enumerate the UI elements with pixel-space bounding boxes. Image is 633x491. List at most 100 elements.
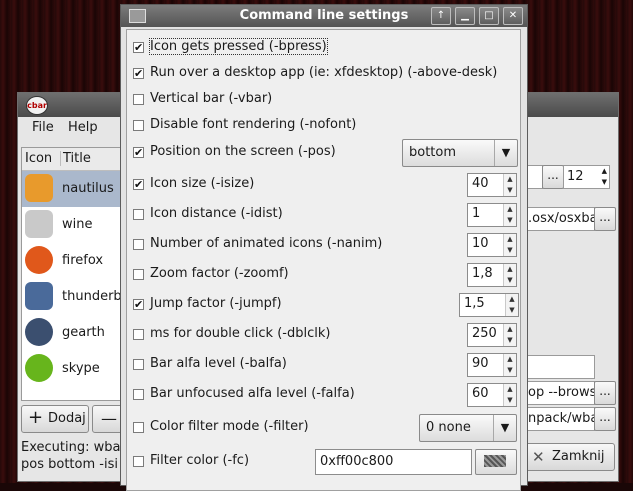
- option-checkbox[interactable]: [133, 239, 144, 250]
- list-item[interactable]: nautilus: [22, 171, 126, 207]
- menu-help[interactable]: Help: [68, 120, 98, 135]
- option-label[interactable]: Bar alfa level (-balfa): [150, 356, 287, 371]
- close-button[interactable]: ✕ Zamknij: [525, 443, 615, 471]
- option-label[interactable]: Icon gets pressed (-bpress): [149, 38, 328, 55]
- column-icon-header[interactable]: Icon: [25, 151, 52, 166]
- option-checkbox[interactable]: ✔: [133, 299, 144, 310]
- color-swatch-icon: [484, 455, 506, 467]
- spinner-arrows-icon[interactable]: ▲ ▼: [503, 384, 516, 406]
- spinner-arrows-icon[interactable]: ▲ ▼: [503, 324, 516, 346]
- option-row: ✔ Position on the screen (-pos) bottom ▼: [127, 138, 520, 168]
- value-spinner[interactable]: 90 ▲ ▼: [467, 353, 517, 377]
- option-label[interactable]: Icon distance (-idist): [150, 206, 283, 221]
- option-checkbox[interactable]: ✔: [133, 147, 144, 158]
- status-line-1: Executing: wba: [21, 440, 121, 455]
- option-checkbox[interactable]: [133, 422, 144, 433]
- option-label[interactable]: Disable font rendering (-nofont): [150, 117, 356, 132]
- list-item-label: thunderbi: [62, 289, 126, 304]
- right-path-field-1[interactable]: .osx/osxba: [524, 207, 595, 231]
- browse-button-1[interactable]: ...: [542, 165, 564, 189]
- color-picker-button[interactable]: [475, 449, 517, 475]
- option-label[interactable]: Position on the screen (-pos): [150, 144, 336, 159]
- dropdown-arrow-icon[interactable]: ▼: [493, 415, 516, 441]
- spinner-arrows-icon[interactable]: ▲ ▼: [503, 234, 516, 256]
- option-checkbox[interactable]: [133, 389, 144, 400]
- option-checkbox[interactable]: [133, 359, 144, 370]
- dialog-titlebar[interactable]: Command line settings ↑ ▁ □ ✕: [121, 5, 527, 27]
- list-item[interactable]: firefox: [22, 243, 126, 279]
- icon-list[interactable]: Icon Title nautilus wine firefox thunderbi g…: [21, 147, 127, 401]
- close-x-icon: ✕: [532, 448, 545, 466]
- value-spinner[interactable]: 250 ▲ ▼: [467, 323, 517, 347]
- option-row: ✔ Icon size (-isize) 40 ▲ ▼: [127, 170, 520, 200]
- option-label[interactable]: Color filter mode (-filter): [150, 419, 309, 434]
- menu-file[interactable]: File: [32, 120, 54, 135]
- spinner-arrows-icon[interactable]: ▲ ▼: [503, 204, 516, 226]
- spinner-arrows-icon[interactable]: ▲ ▼: [503, 354, 516, 376]
- dropdown-arrow-icon[interactable]: ▼: [494, 140, 517, 166]
- value-spinner[interactable]: 1 ▲ ▼: [467, 203, 517, 227]
- spinner-value: 1,5: [464, 296, 485, 311]
- option-checkbox[interactable]: [133, 269, 144, 280]
- position-combo[interactable]: bottom ▼: [402, 139, 518, 167]
- option-label[interactable]: Icon size (-isize): [150, 176, 254, 191]
- value-spinner[interactable]: 1,8 ▲ ▼: [467, 263, 517, 287]
- add-button[interactable]: + Dodaj: [21, 405, 89, 433]
- list-item[interactable]: skype: [22, 351, 126, 387]
- value-spinner[interactable]: 10 ▲ ▼: [467, 233, 517, 257]
- option-label[interactable]: Run over a desktop app (ie: xfdesktop) (…: [150, 65, 497, 80]
- right-empty-field[interactable]: [524, 355, 595, 379]
- option-label[interactable]: Number of animated icons (-nanim): [150, 236, 382, 251]
- spinner-arrows-icon[interactable]: ▲ ▼: [503, 174, 516, 196]
- column-title-header[interactable]: Title: [60, 151, 91, 166]
- list-header: Icon Title: [22, 148, 126, 171]
- option-checkbox[interactable]: ✔: [133, 42, 144, 53]
- option-label[interactable]: Filter color (-fc): [150, 453, 249, 468]
- right-path-field-3[interactable]: npack/wba: [524, 407, 595, 431]
- spinner-value: 10: [472, 236, 489, 251]
- browse-button-2[interactable]: ...: [594, 207, 616, 231]
- option-checkbox[interactable]: [133, 329, 144, 340]
- option-label[interactable]: Jump factor (-jumpf): [150, 296, 282, 311]
- filter-mode-combo[interactable]: 0 none ▼: [419, 414, 517, 442]
- option-row: Filter color (-fc) 0xff00c800: [127, 446, 520, 478]
- list-item[interactable]: thunderbi: [22, 279, 126, 315]
- browse-button-3[interactable]: ...: [594, 381, 616, 405]
- right-path-field-2[interactable]: op --brows: [524, 381, 595, 405]
- list-item-label: nautilus: [62, 181, 114, 196]
- spinner-arrows-icon[interactable]: ▲ ▼: [602, 166, 607, 188]
- browse-button-4[interactable]: ...: [594, 407, 616, 431]
- option-label[interactable]: Bar unfocused alfa level (-falfa): [150, 386, 355, 401]
- option-label[interactable]: Vertical bar (-vbar): [150, 91, 272, 106]
- option-label[interactable]: ms for double click (-dblclk): [150, 326, 330, 341]
- option-checkbox[interactable]: ✔: [133, 68, 144, 79]
- list-item[interactable]: gearth: [22, 315, 126, 351]
- combo-value: 0 none: [426, 420, 471, 435]
- value-spinner[interactable]: 60 ▲ ▼: [467, 383, 517, 407]
- option-checkbox[interactable]: [133, 209, 144, 220]
- filter-color-value: 0xff00c800: [320, 454, 394, 469]
- filter-color-field[interactable]: 0xff00c800: [315, 449, 472, 475]
- option-row: ✔ Jump factor (-jumpf) 1,5 ▲ ▼: [127, 290, 520, 320]
- drive-icon: [25, 174, 53, 202]
- close-icon[interactable]: ✕: [503, 7, 523, 25]
- list-item-label: firefox: [62, 253, 104, 268]
- keep-above-icon[interactable]: ↑: [431, 7, 451, 25]
- option-label[interactable]: Zoom factor (-zoomf): [150, 266, 289, 281]
- list-item[interactable]: wine: [22, 207, 126, 243]
- option-checkbox[interactable]: [133, 94, 144, 105]
- option-checkbox[interactable]: [133, 456, 144, 467]
- value-spinner[interactable]: 1,5 ▲ ▼: [459, 293, 519, 317]
- options-panel: ✔ Icon gets pressed (-bpress) ✔ Run over a …: [126, 29, 521, 491]
- spinner-arrows-icon[interactable]: ▲ ▼: [503, 264, 516, 286]
- value-spinner[interactable]: 40 ▲ ▼: [467, 173, 517, 197]
- font-size-spinner[interactable]: 12 ▲ ▼: [563, 165, 610, 189]
- command-line-settings-dialog: Command line settings ↑ ▁ □ ✕ ✔ Icon gets…: [120, 4, 528, 491]
- thunderbird-icon: [25, 282, 53, 310]
- option-checkbox[interactable]: ✔: [133, 179, 144, 190]
- spinner-arrows-icon[interactable]: ▲ ▼: [505, 294, 518, 316]
- minimize-icon[interactable]: ▁: [455, 7, 475, 25]
- close-button-label: Zamknij: [552, 449, 605, 464]
- maximize-icon[interactable]: □: [479, 7, 499, 25]
- option-checkbox[interactable]: [133, 120, 144, 131]
